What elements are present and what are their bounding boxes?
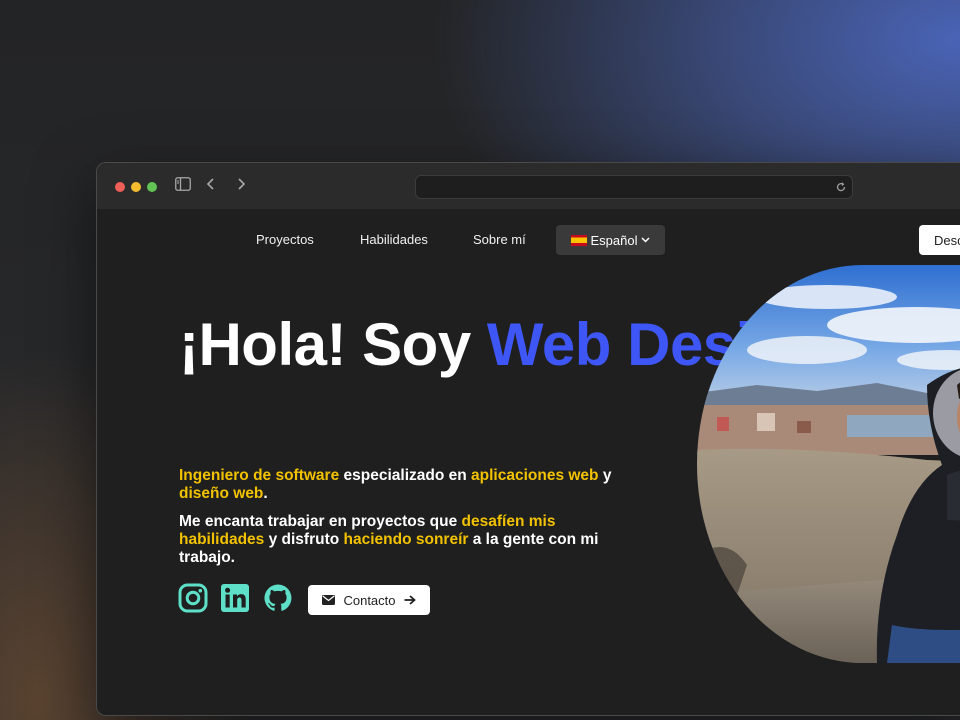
- download-cv-button[interactable]: Desc: [919, 225, 960, 255]
- linkedin-icon[interactable]: [220, 583, 250, 613]
- paragraph-text: especializado en: [339, 467, 472, 484]
- highlighted-phrase: aplicaciones web: [471, 467, 599, 484]
- paragraph-text: y: [598, 467, 612, 484]
- download-cv-label: Desc: [934, 232, 960, 248]
- spain-flag-icon: [570, 234, 587, 246]
- language-selector[interactable]: Español: [556, 225, 665, 255]
- hero-title-white: ¡Hola! Soy: [179, 311, 471, 378]
- minimize-window-button[interactable]: [131, 182, 141, 192]
- nav-link-sobre-mi[interactable]: Sobre mí: [473, 232, 526, 247]
- nav-link-proyectos[interactable]: Proyectos: [256, 232, 314, 247]
- hero-intro-paragraph: Ingeniero de software especializado en a…: [179, 467, 619, 503]
- web-page: Proyectos Habilidades Sobre mí Español D…: [97, 209, 960, 715]
- paragraph-text: Me encanta trabajar en proyectos que: [179, 513, 462, 530]
- reload-icon[interactable]: [836, 182, 846, 192]
- paragraph-text: y disfruto: [264, 531, 344, 548]
- contact-label: Contacto: [343, 592, 396, 608]
- close-window-button[interactable]: [115, 182, 125, 192]
- contact-button[interactable]: Contacto: [308, 585, 430, 615]
- envelope-icon: [322, 595, 336, 605]
- nav-link-habilidades[interactable]: Habilidades: [360, 232, 428, 247]
- hero-passion-paragraph: Me encanta trabajar en proyectos que des…: [179, 513, 599, 567]
- instagram-icon[interactable]: [178, 583, 208, 613]
- arrow-right-icon: [404, 595, 416, 605]
- highlighted-phrase: Ingeniero de software: [179, 467, 340, 484]
- back-icon[interactable]: [206, 177, 216, 191]
- address-bar[interactable]: [415, 175, 853, 199]
- chevron-down-icon: [641, 237, 651, 243]
- github-icon[interactable]: [263, 583, 293, 613]
- browser-window: Proyectos Habilidades Sobre mí Español D…: [96, 162, 960, 716]
- language-label: Español: [590, 232, 638, 248]
- zoom-window-button[interactable]: [147, 182, 157, 192]
- sidebar-toggle-icon[interactable]: [175, 177, 191, 191]
- highlighted-phrase: haciendo sonreír: [343, 531, 469, 548]
- forward-icon[interactable]: [236, 177, 246, 191]
- paragraph-text: .: [263, 485, 268, 502]
- browser-titlebar: [97, 163, 960, 209]
- highlighted-phrase: diseño web: [179, 485, 264, 502]
